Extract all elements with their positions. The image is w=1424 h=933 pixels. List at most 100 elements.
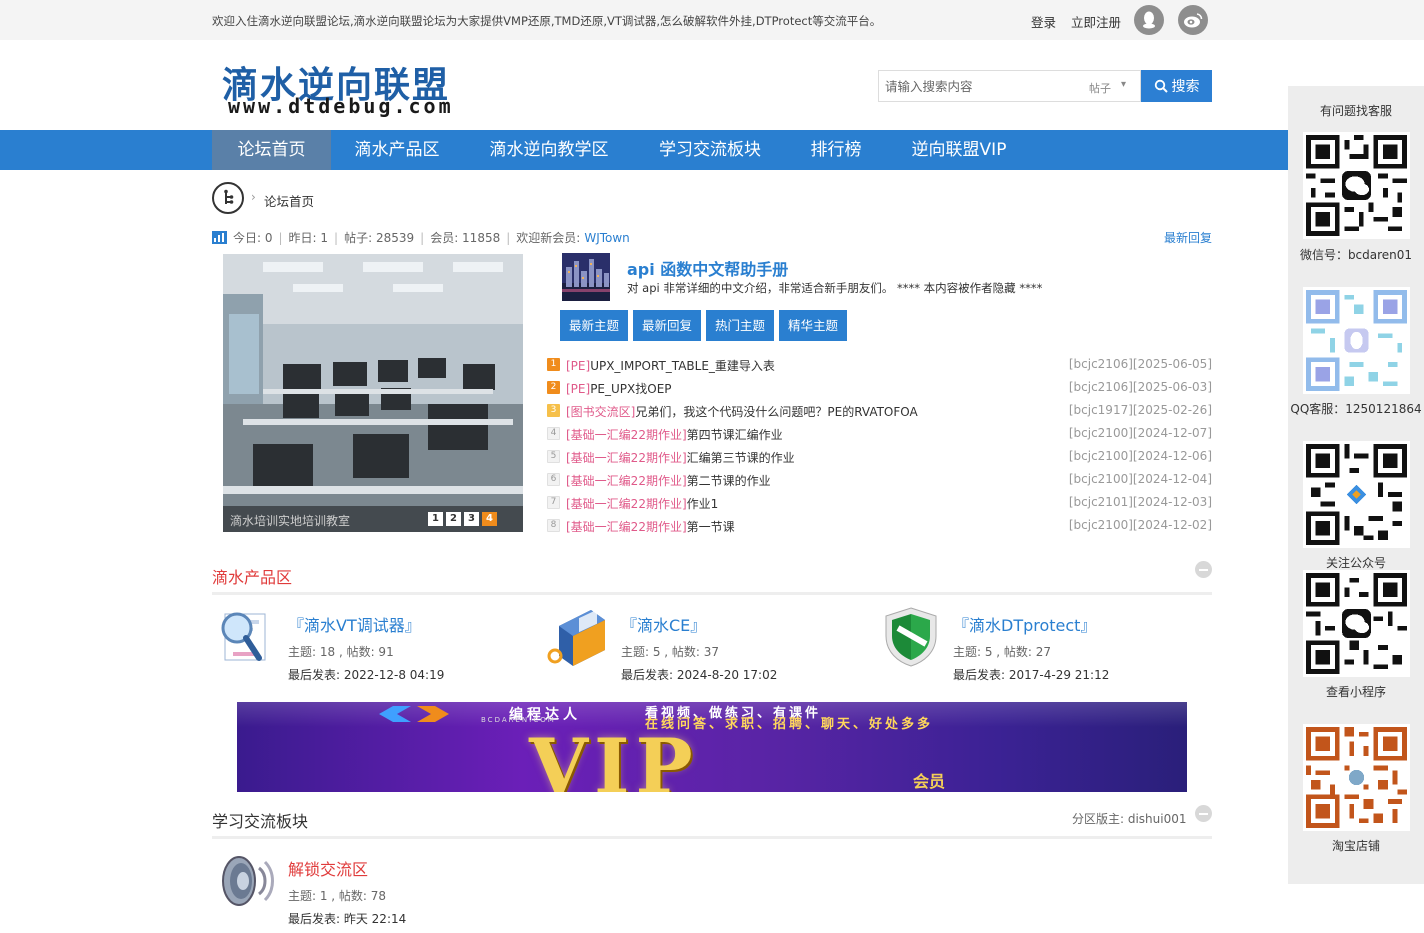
thread-row[interactable]: 4 [基础一汇编22期作业]第四节课汇编作业 [bcjc2100][2024-1… <box>547 424 1212 444</box>
thread-category[interactable]: [图书交流区] <box>566 405 635 419</box>
slide-page-4[interactable]: 4 <box>482 512 497 526</box>
thread-rank-badge: 3 <box>547 404 560 417</box>
thread-row[interactable]: 2 [PE]PE_UPX找OEP [bcjc2106][2025-06-03] <box>547 378 1212 398</box>
thread-title[interactable]: 第一节课 <box>687 520 735 534</box>
thread-meta: [bcjc2101][2024-12-03] <box>1068 495 1212 509</box>
top-bar: 欢迎入住滴水逆向联盟论坛,滴水逆向联盟论坛为大家提供VMP还原,TMD还原,VT… <box>0 0 1424 40</box>
nav-item-ranking[interactable]: 排行榜 <box>800 130 872 170</box>
thread-title[interactable]: 第二节课的作业 <box>687 474 771 488</box>
vip-banner[interactable]: 编程达人 BCDAREN.COM 看视频、做练习、有课件 在线问答、求职、招聘、… <box>237 702 1187 792</box>
projector-icon[interactable] <box>545 606 607 668</box>
tab-latest-topics[interactable]: 最新主题 <box>560 310 628 341</box>
section-divider <box>212 592 1212 595</box>
thread-title[interactable]: 汇编第三节课的作业 <box>687 451 795 465</box>
stat-today: 今日: 0 <box>233 231 273 245</box>
tab-latest-replies[interactable]: 最新回复 <box>633 310 701 341</box>
home-icon[interactable] <box>212 182 244 214</box>
thread-category[interactable]: [基础一汇编22期作业] <box>566 474 687 488</box>
welcome-message: 欢迎入住滴水逆向联盟论坛,滴水逆向联盟论坛为大家提供VMP还原,TMD还原,VT… <box>212 14 882 28</box>
thread-title[interactable]: PE_UPX找OEP <box>590 382 671 396</box>
thread-category[interactable]: [基础一汇编22期作业] <box>566 520 687 534</box>
nav-item-home[interactable]: 论坛首页 <box>212 130 331 170</box>
collapse-icon[interactable] <box>1195 561 1212 578</box>
forum-name-vt[interactable]: 『滴水VT调试器』 <box>288 612 421 636</box>
nav-item-vip[interactable]: 逆向联盟VIP <box>902 130 1016 170</box>
breadcrumb-current[interactable]: 论坛首页 <box>264 191 314 210</box>
thread-meta: [bcjc1917][2025-02-26] <box>1068 403 1212 417</box>
stats-chart-icon <box>212 231 227 244</box>
forum-last-post[interactable]: 最后发表: 2017-4-29 21:12 <box>953 666 1109 683</box>
latest-reply-link[interactable]: 最新回复 <box>1164 229 1212 246</box>
stat-yesterday: 昨日: 1 <box>288 231 329 245</box>
slideshow[interactable]: 滴水培训实地培训教室 1 2 3 4 <box>223 254 523 532</box>
thread-row[interactable]: 5 [基础一汇编22期作业]汇编第三节课的作业 [bcjc2100][2024-… <box>547 447 1212 467</box>
nav-item-teaching[interactable]: 滴水逆向教学区 <box>480 130 618 170</box>
section-title-study[interactable]: 学习交流板块 <box>212 808 308 832</box>
thread-category[interactable]: [PE] <box>566 382 590 396</box>
forum-last-post[interactable]: 最后发表: 昨天 22:14 <box>288 910 406 927</box>
tab-hot-topics[interactable]: 热门主题 <box>706 310 774 341</box>
stat-members: 会员: 11858 <box>430 231 501 245</box>
thread-category[interactable]: [基础一汇编22期作业] <box>566 497 687 511</box>
search-type-select[interactable]: 帖子 <box>1089 80 1111 96</box>
search-input[interactable] <box>879 71 1079 101</box>
register-link[interactable]: 立即注册 <box>1071 12 1121 31</box>
weibo-icon[interactable] <box>1178 5 1208 35</box>
chevron-right-icon: › <box>251 190 256 204</box>
login-link[interactable]: 登录 <box>1031 12 1056 31</box>
mini-program-label: 查看小程序 <box>1325 685 1386 699</box>
search-button[interactable]: 搜索 <box>1141 70 1212 102</box>
nav-item-products[interactable]: 滴水产品区 <box>343 130 451 170</box>
forum-name-dtprotect[interactable]: 『滴水DTprotect』 <box>953 612 1096 636</box>
featured-thumbnail[interactable] <box>562 253 610 301</box>
thread-row[interactable]: 1 [PE]UPX_IMPORT_TABLE_重建导入表 [bcjc2106][… <box>547 355 1212 375</box>
thread-rank-badge: 1 <box>547 358 560 371</box>
new-member-link[interactable]: WJTown <box>584 231 629 245</box>
thread-row[interactable]: 8 [基础一汇编22期作业]第一节课 [bcjc2100][2024-12-02… <box>547 516 1212 536</box>
thread-title[interactable]: UPX_IMPORT_TABLE_重建导入表 <box>590 359 775 373</box>
featured-description: 对 api 非常详细的中文介绍，非常适合新手朋友们。 **** 本内容被作者隐藏… <box>627 281 1043 295</box>
slide-page-1[interactable]: 1 <box>428 512 443 526</box>
thread-category[interactable]: [基础一汇编22期作业] <box>566 428 687 442</box>
section-moderator[interactable]: 分区版主: dishui001 <box>1072 810 1187 827</box>
shield-icon[interactable] <box>880 606 942 668</box>
speaker-icon[interactable] <box>213 850 275 912</box>
qq-icon[interactable] <box>1134 5 1164 35</box>
thread-category[interactable]: [PE] <box>566 359 590 373</box>
section-title-products[interactable]: 滴水产品区 <box>212 564 292 588</box>
magnifier-icon[interactable] <box>213 606 275 668</box>
taobao-qr-code <box>1303 724 1410 831</box>
thread-title[interactable]: 第四节课汇编作业 <box>687 428 783 442</box>
thread-meta: [bcjc2100][2024-12-07] <box>1068 426 1212 440</box>
thread-category[interactable]: [基础一汇编22期作业] <box>566 451 687 465</box>
qq-service-number: QQ客服：1250121864 <box>1290 402 1422 416</box>
forum-last-post[interactable]: 最后发表: 2024-8-20 17:02 <box>621 666 777 683</box>
forum-stat: 主题: 5 , 帖数: 37 <box>621 645 720 659</box>
thread-meta: [bcjc2100][2024-12-04] <box>1068 472 1212 486</box>
chevron-down-icon[interactable]: ▾ <box>1121 79 1126 90</box>
thread-row[interactable]: 7 [基础一汇编22期作业]作业1 [bcjc2101][2024-12-03] <box>547 493 1212 513</box>
forum-name-unlock[interactable]: 解锁交流区 <box>288 856 368 880</box>
slide-page-2[interactable]: 2 <box>446 512 461 526</box>
wechat-id: 微信号：bcdaren01 <box>1299 248 1413 262</box>
nav-item-study[interactable]: 学习交流板块 <box>650 130 770 170</box>
forum-stat: 主题: 1 , 帖数: 78 <box>288 889 387 903</box>
customer-service-sidebar: 有问题找客服 微信号：bcdaren01 QQ客服：1250121864 关注公… <box>1288 86 1424 884</box>
qq-qr-code <box>1303 287 1410 394</box>
slide-page-3[interactable]: 3 <box>464 512 479 526</box>
thread-row[interactable]: 3 [图书交流区]兄弟们，我这个代码没什么问题吧？PE的RVATOFOA [bc… <box>547 401 1212 421</box>
tab-digest-topics[interactable]: 精华主题 <box>779 310 847 341</box>
thread-title[interactable]: 兄弟们，我这个代码没什么问题吧？PE的RVATOFOA <box>635 405 917 419</box>
search-button-label: 搜索 <box>1171 79 1200 95</box>
new-member-label: 欢迎新会员: <box>516 231 581 245</box>
thread-row[interactable]: 6 [基础一汇编22期作业]第二节课的作业 [bcjc2100][2024-12… <box>547 470 1212 490</box>
thread-title[interactable]: 作业1 <box>687 497 719 511</box>
thread-meta: [bcjc2100][2024-12-06] <box>1068 449 1212 463</box>
thread-rank-badge: 8 <box>547 519 560 532</box>
collapse-icon[interactable] <box>1195 805 1212 822</box>
forum-name-ce[interactable]: 『滴水CE』 <box>621 612 706 636</box>
taobao-label: 淘宝店铺 <box>1331 839 1380 853</box>
section-divider <box>212 836 1212 839</box>
forum-last-post[interactable]: 最后发表: 2022-12-8 04:19 <box>288 666 444 683</box>
featured-title[interactable]: api 函数中文帮助手册 <box>627 256 788 280</box>
